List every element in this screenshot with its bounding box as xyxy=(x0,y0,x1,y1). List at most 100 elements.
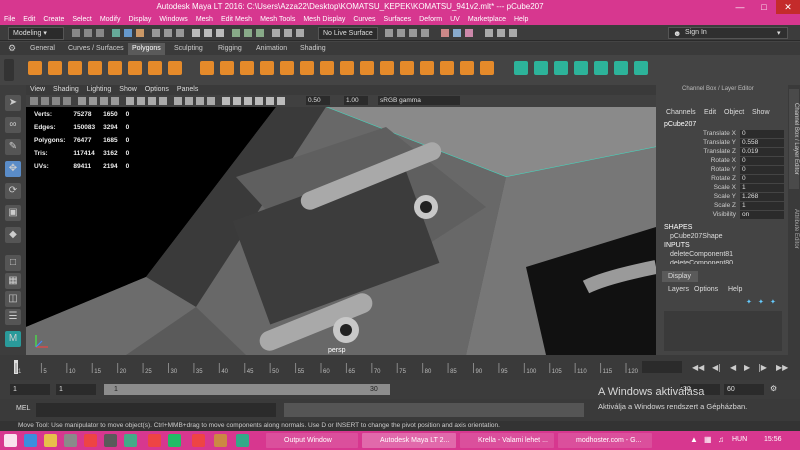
tab-polygons[interactable]: Polygons xyxy=(128,43,165,55)
attr-field[interactable]: 0.019 xyxy=(740,148,784,156)
tab-rigging[interactable]: Rigging xyxy=(214,43,246,55)
new-layer-icon[interactable]: ✦ xyxy=(746,298,752,306)
clock[interactable]: 15:56 xyxy=(764,436,782,443)
uv-planar-icon[interactable] xyxy=(514,61,528,75)
mode-dropdown[interactable]: Modeling ▾ xyxy=(8,27,64,40)
rotate-tool-icon[interactable]: ⟳ xyxy=(5,183,21,199)
tab-shading[interactable]: Shading xyxy=(296,43,330,55)
side-tab-attribute-editor[interactable]: Attribute Editor xyxy=(789,193,799,265)
append-icon[interactable] xyxy=(480,61,494,75)
poly-sphere-icon[interactable] xyxy=(28,61,42,75)
uv-unfold-icon[interactable] xyxy=(594,61,608,75)
input-item[interactable]: deleteComponent80 xyxy=(670,260,733,264)
attr-field[interactable]: 0 xyxy=(740,130,784,138)
attr-field[interactable]: 1 xyxy=(740,202,784,210)
new-layer-selected-icon[interactable]: ✦ xyxy=(758,298,764,306)
tab-display[interactable]: Display xyxy=(662,271,698,282)
tray-chevron-icon[interactable]: ▲ xyxy=(690,435,698,444)
single-view-icon[interactable]: □ xyxy=(5,255,21,271)
tab-general[interactable]: General xyxy=(26,43,59,55)
ie-icon[interactable] xyxy=(24,434,37,447)
menu-file[interactable]: File xyxy=(0,14,19,25)
combine-icon[interactable] xyxy=(200,61,214,75)
mirror-icon[interactable] xyxy=(280,61,294,75)
poly-cube-icon[interactable] xyxy=(48,61,62,75)
chrome-icon[interactable] xyxy=(84,434,97,447)
uv-cut-icon[interactable] xyxy=(554,61,568,75)
scale-tool-icon[interactable]: ▣ xyxy=(5,205,21,221)
menu-surfaces[interactable]: Surfaces xyxy=(380,14,416,25)
end-frame-field[interactable]: 60 xyxy=(724,384,764,395)
uv-auto-icon[interactable] xyxy=(534,61,548,75)
select-tool-icon[interactable]: ➤ xyxy=(5,95,21,111)
poly-cylinder-icon[interactable] xyxy=(68,61,82,75)
shelf-menu-icon[interactable] xyxy=(4,59,14,81)
bevel-icon[interactable] xyxy=(340,61,354,75)
tab-animation[interactable]: Animation xyxy=(252,43,291,55)
tab-sculpting[interactable]: Sculpting xyxy=(170,43,207,55)
volume-icon[interactable]: ♫ xyxy=(718,435,724,444)
time-slider[interactable]: 1 5 10 15 20 25 30 35 40 45 50 55 60 65 70 75 80 85 90 95 10… xyxy=(0,355,800,380)
menu-mesh-display[interactable]: Mesh Display xyxy=(299,14,349,25)
tab-curves-surfaces[interactable]: Curves / Surfaces xyxy=(64,43,128,55)
attr-field[interactable]: 0 xyxy=(740,175,784,183)
taskbar-maya[interactable]: Autodesk Maya LT 2... xyxy=(362,433,456,448)
layer-menu-help[interactable]: Help xyxy=(728,286,742,293)
mel-label[interactable]: MEL xyxy=(16,405,30,412)
mel-input[interactable] xyxy=(36,403,276,417)
last-tool-icon[interactable]: ◆ xyxy=(5,227,21,243)
uv-editor-icon[interactable] xyxy=(634,61,648,75)
start-frame-field[interactable]: 1 xyxy=(10,384,50,395)
taskbar-krella[interactable]: Krella - Valami lehet ... xyxy=(460,433,554,448)
app-icon[interactable] xyxy=(236,434,249,447)
cb-menu-show[interactable]: Show xyxy=(752,109,770,116)
menu-modify[interactable]: Modify xyxy=(96,14,125,25)
outliner-view-icon[interactable]: ☰ xyxy=(5,309,21,325)
viewport[interactable]: View Shading Lighting Show Options Panels 0.5… xyxy=(26,85,656,355)
playback-start-field[interactable]: 1 xyxy=(56,384,96,395)
attr-field[interactable]: 1.268 xyxy=(740,193,784,201)
cb-menu-object[interactable]: Object xyxy=(724,109,744,116)
exposure-field[interactable]: 0.50 xyxy=(306,96,330,105)
paint-select-icon[interactable]: ✎ xyxy=(5,139,21,155)
attr-field[interactable]: 0.558 xyxy=(740,139,784,147)
poly-cone-icon[interactable] xyxy=(88,61,102,75)
menu-mesh[interactable]: Mesh xyxy=(192,14,217,25)
folder-icon[interactable] xyxy=(44,434,57,447)
separate-icon[interactable] xyxy=(220,61,234,75)
menu-deform[interactable]: Deform xyxy=(415,14,446,25)
menu-edit[interactable]: Edit xyxy=(19,14,39,25)
layer-options-icon[interactable]: ✦ xyxy=(770,298,776,306)
uv-sew-icon[interactable] xyxy=(574,61,588,75)
signin-button[interactable]: ☻ Sign In ▾ xyxy=(668,27,788,39)
attr-field[interactable]: 0 xyxy=(740,166,784,174)
range-slider[interactable]: 1 30 xyxy=(104,384,390,395)
attr-field[interactable]: 1 xyxy=(740,184,784,192)
menu-uv[interactable]: UV xyxy=(446,14,464,25)
taskbar-output-window[interactable]: Output Window xyxy=(266,433,358,448)
extrude-icon[interactable] xyxy=(300,61,314,75)
app-icon[interactable] xyxy=(124,434,137,447)
anim-prefs-icon[interactable]: ⚙ xyxy=(770,384,777,393)
poly-plane-icon[interactable] xyxy=(128,61,142,75)
input-item[interactable]: deleteComponent81 xyxy=(670,251,733,258)
attr-field[interactable]: 0 xyxy=(740,157,784,165)
menu-edit-mesh[interactable]: Edit Mesh xyxy=(217,14,256,25)
edge-loop-icon[interactable] xyxy=(400,61,414,75)
cb-menu-edit[interactable]: Edit xyxy=(704,109,716,116)
app-icon[interactable] xyxy=(214,434,227,447)
move-tool-icon[interactable]: ✥ xyxy=(5,161,21,177)
menu-display[interactable]: Display xyxy=(124,14,155,25)
layer-menu-options[interactable]: Options xyxy=(694,286,718,293)
poly-disc-icon[interactable] xyxy=(148,61,162,75)
side-tab-channel-box[interactable]: Channel Box / Layer Editor xyxy=(789,89,799,189)
app-icon[interactable] xyxy=(168,434,181,447)
close-button[interactable]: ✕ xyxy=(776,0,800,14)
language-indicator[interactable]: HUN xyxy=(732,436,747,443)
lasso-tool-icon[interactable]: ∞ xyxy=(5,117,21,133)
app-icon[interactable] xyxy=(104,434,117,447)
vp-menu-view[interactable]: View xyxy=(26,85,49,95)
poly-torus-icon[interactable] xyxy=(108,61,122,75)
shelf-gear-icon[interactable]: ⚙ xyxy=(4,42,20,54)
smooth-icon[interactable] xyxy=(240,61,254,75)
